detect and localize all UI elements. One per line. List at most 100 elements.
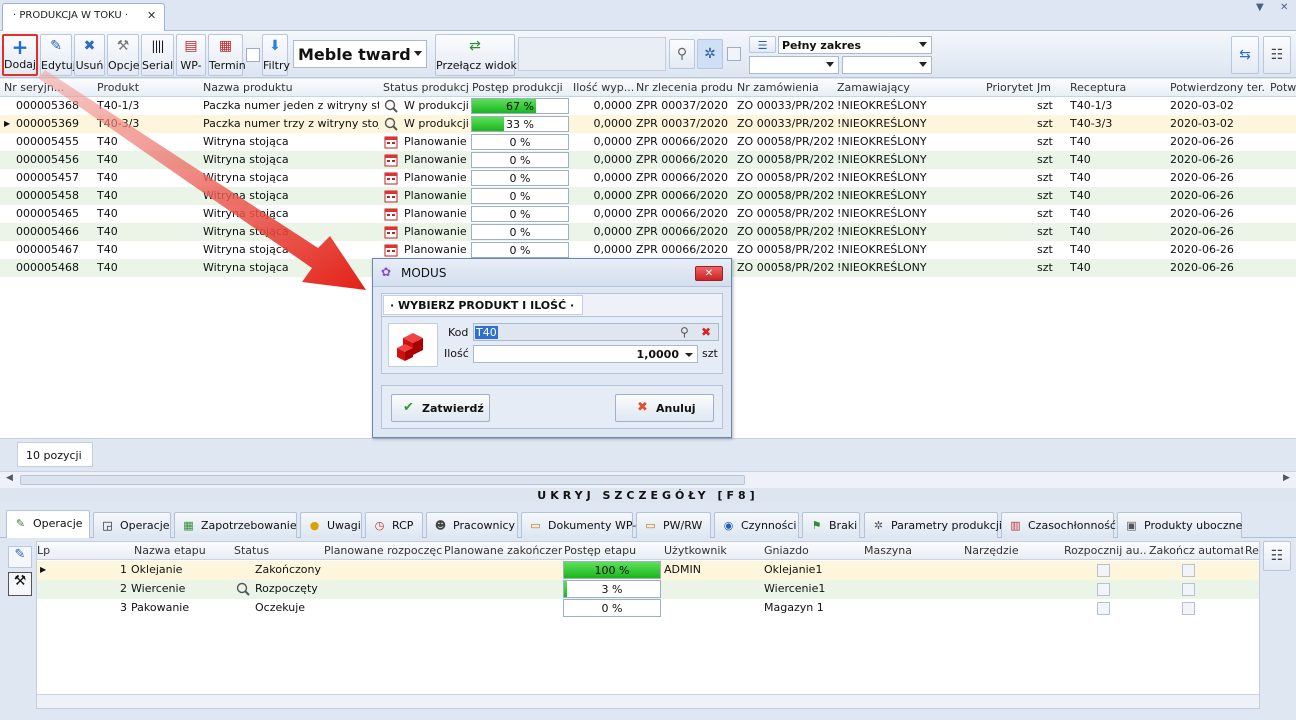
term-button[interactable]: ▦ Termin — [208, 34, 246, 76]
table-row[interactable]: 000005457 T40 Witryna stojąca Planowanie 0 %… — [0, 169, 1296, 187]
col-auto-start[interactable]: Rozpocznij au... — [1064, 544, 1146, 557]
operations-scrollbar[interactable] — [37, 694, 1259, 708]
col-priority[interactable]: Priorytet — [986, 81, 1033, 94]
clear-icon[interactable]: ✖ — [701, 325, 711, 339]
table-row[interactable]: ▶ 000005369 T40-3/3 Paczka numer trzy z wit… — [0, 115, 1296, 133]
tab-dokumenty-wp[interactable]: ▭ Dokumenty WP- — [521, 512, 636, 538]
dialog-close-button[interactable]: ✕ — [695, 266, 723, 281]
auto-end-checkbox[interactable] — [1182, 602, 1195, 615]
serial-button[interactable]: |||| Serial — [141, 34, 174, 76]
sync-button[interactable]: ⇆ — [1231, 36, 1259, 74]
tab-czynnosci[interactable]: ◉ Czynności — [714, 512, 799, 538]
range-icon-button[interactable]: ☰ — [749, 36, 776, 53]
tab-pracownicy[interactable]: ☻ Pracownicy — [426, 512, 518, 538]
tab-operacje-active[interactable]: ✎ Operacje — [6, 510, 90, 538]
tab-pw-rw[interactable]: ▭ PW/RW — [636, 512, 711, 538]
col-machine[interactable]: Maszyna — [864, 544, 912, 557]
tab-braki[interactable]: ⚑ Braki — [802, 512, 860, 538]
scrollbar-thumb[interactable] — [20, 475, 745, 485]
search-icon[interactable]: ⚲ — [680, 325, 689, 339]
window-close-icon[interactable]: ✕ — [1280, 2, 1288, 13]
tab-operacje[interactable]: ◲ Operacje — [93, 512, 171, 538]
col-jm[interactable]: Jm — [1037, 81, 1051, 94]
column-chooser-button[interactable]: ☷ — [1263, 36, 1291, 74]
table-row[interactable]: 000005467 T40 Witryna stojąca Planowanie 0 %… — [0, 241, 1296, 259]
col-date[interactable]: Potwierdzony ter... — [1170, 81, 1266, 94]
tab-produkcja-w-toku[interactable]: · PRODUKCJA W TOKU · ✕ — [2, 3, 165, 31]
code-field[interactable]: T40 ⚲ ✖ — [473, 323, 719, 341]
scroll-left-icon[interactable]: ◀ — [6, 473, 13, 483]
col-recipe[interactable]: Receptura — [1070, 81, 1126, 94]
stage-tool-button[interactable]: ⚒ — [8, 572, 32, 596]
col-planned-end[interactable]: Planowane zakończenie — [444, 544, 562, 557]
auto-start-checkbox[interactable] — [1097, 564, 1110, 577]
col-serial[interactable]: Nr seryjn... — [4, 81, 74, 94]
col-progress[interactable]: Postęp produkcji — [472, 81, 568, 94]
category-select[interactable]: Meble twarde — [293, 40, 427, 68]
col-zam[interactable]: Nr zamówienia — [737, 81, 833, 94]
hide-details-toggle[interactable]: UKRYJ SZCZEGÓŁY [F8] — [0, 488, 1296, 503]
filter-checkbox[interactable] — [246, 48, 260, 62]
col-potw[interactable]: Potw — [1270, 81, 1296, 94]
cancel-button[interactable]: ✖ Anuluj — [615, 394, 714, 422]
confirm-button[interactable]: ✔ Zatwierdź — [391, 394, 490, 422]
operations-columns-button[interactable]: ☷ — [1263, 541, 1291, 571]
col-status[interactable]: Status produkcji — [383, 81, 469, 94]
range-checkbox[interactable] — [727, 47, 741, 61]
col-re[interactable]: Re — [1245, 544, 1259, 557]
filters-button[interactable]: ⬇ Filtry — [262, 34, 290, 76]
dropdown-arrow-icon[interactable]: ▼ — [1256, 2, 1264, 13]
col-nest[interactable]: Gniazdo — [764, 544, 809, 557]
range-select[interactable]: Pełny zakres — [778, 36, 932, 54]
operation-row[interactable]: 3 Pakowanie Oczekuje 0 % Magazyn 1 — [37, 599, 1259, 618]
add-button[interactable]: + Dodaj — [2, 34, 38, 76]
wp-button[interactable]: ▤ WP- — [176, 34, 206, 76]
search-button[interactable]: ⚲ — [669, 39, 695, 69]
date-from-select[interactable] — [749, 56, 839, 74]
tab-czasochlonnosc[interactable]: ▥ Czasochłonność — [1001, 512, 1116, 538]
tab-rcp[interactable]: ◷ RCP — [365, 512, 423, 538]
tab-uwagi[interactable]: ● Uwagi — [300, 512, 362, 538]
tab-close-icon[interactable]: ✕ — [147, 9, 156, 22]
auto-start-checkbox[interactable] — [1097, 583, 1110, 596]
col-name[interactable]: Nazwa produktu — [203, 81, 293, 94]
table-row[interactable]: 000005458 T40 Witryna stojąca Planowanie 0 %… — [0, 187, 1296, 205]
edit-button[interactable]: ✎ Edytuj — [40, 34, 76, 76]
col-client[interactable]: Zamawiający — [837, 81, 910, 94]
table-row[interactable]: 000005368 T40-1/3 Paczka numer jeden z wit… — [0, 97, 1296, 115]
options-button[interactable]: ⚒ Opcje — [107, 34, 140, 76]
operation-row[interactable]: 2 Wiercenie Rozpoczęty 3 % Wiercenie1 — [37, 580, 1259, 599]
col-lp[interactable]: Lp — [37, 544, 50, 557]
table-row[interactable]: 000005456 T40 Witryna stojąca Planowanie 0 %… — [0, 151, 1296, 169]
date-to-select[interactable] — [842, 56, 932, 74]
table-row[interactable]: 000005466 T40 Witryna stojąca Planowanie 0 %… — [0, 223, 1296, 241]
horizontal-scrollbar[interactable]: ◀ ▶ — [0, 471, 1296, 488]
col-planned-start[interactable]: Planowane rozpoczęcie — [324, 544, 442, 557]
col-stage-name[interactable]: Nazwa etapu — [134, 544, 206, 557]
delete-button[interactable]: ✖ Usuń — [74, 34, 105, 76]
tab-parametry-produkcji[interactable]: ✲ Parametry produkcji — [864, 512, 1002, 538]
col-product[interactable]: Produkt — [97, 81, 139, 94]
col-stage-status[interactable]: Status — [234, 544, 269, 557]
scroll-right-icon[interactable]: ▶ — [1283, 473, 1290, 483]
auto-end-checkbox[interactable] — [1182, 583, 1195, 596]
col-tool[interactable]: Narzędzie — [964, 544, 1019, 557]
settings-button[interactable]: ✲ — [697, 39, 723, 69]
col-user[interactable]: Użytkownik — [664, 544, 727, 557]
search-input[interactable] — [518, 37, 666, 71]
switch-view-button[interactable]: ⇄ Przełącz widok — [435, 34, 517, 76]
auto-start-checkbox[interactable] — [1097, 602, 1110, 615]
tab-zapotrzebowanie[interactable]: ▦ Zapotrzebowanie — [174, 512, 297, 538]
operation-row[interactable]: ▶ 1 Oklejanie Zakończony 100 % ADMIN Oklejanie… — [37, 561, 1259, 580]
col-order[interactable]: Nr zlecenia produ... — [636, 81, 734, 94]
col-stage-progress[interactable]: Postęp etapu — [564, 544, 636, 557]
col-auto-end[interactable]: Zakończ automat... — [1149, 544, 1243, 557]
edit-stage-button[interactable]: ✎ — [8, 546, 32, 568]
auto-end-checkbox[interactable] — [1182, 564, 1195, 577]
chevron-down-icon[interactable] — [685, 353, 693, 357]
table-row[interactable]: 000005455 T40 Witryna stojąca Planowanie 0 %… — [0, 133, 1296, 151]
tab-produkty-uboczne[interactable]: ▣ Produkty uboczne — [1117, 512, 1242, 538]
qty-field[interactable]: 1,0000 — [473, 345, 698, 363]
col-qty[interactable]: Ilość wyp... — [573, 81, 633, 94]
table-row[interactable]: 000005465 T40 Witryna stojąca Planowanie 0 %… — [0, 205, 1296, 223]
